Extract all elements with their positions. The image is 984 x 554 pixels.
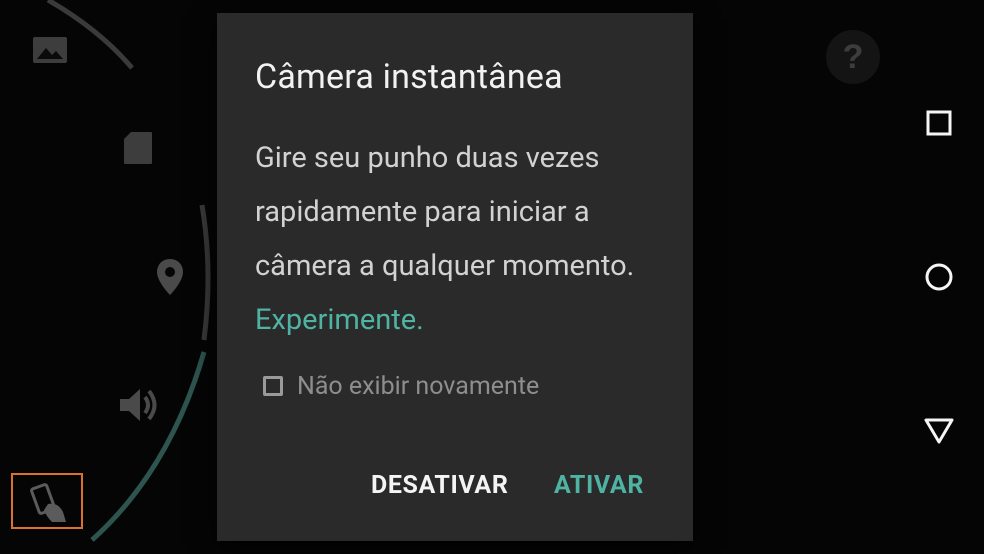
dialog-title: Câmera instantânea xyxy=(255,57,563,97)
dont-show-again-option[interactable]: Não exibir novamente xyxy=(263,369,539,403)
dialog-message: Gire seu punho duas vezes rapidamente pa… xyxy=(255,131,665,347)
dont-show-again-checkbox[interactable] xyxy=(263,376,283,396)
try-it-link[interactable]: Experimente. xyxy=(255,303,424,337)
dial-arc-mid xyxy=(199,204,211,341)
dialog-body-text: Gire seu punho duas vezes rapidamente pa… xyxy=(255,141,635,283)
deactivate-button[interactable]: DESATIVAR xyxy=(365,465,514,505)
gallery-icon[interactable] xyxy=(32,36,68,64)
gesture-highlight-frame xyxy=(11,473,83,529)
square-icon xyxy=(926,110,952,136)
activate-button[interactable]: ATIVAR xyxy=(548,465,650,505)
recents-button[interactable] xyxy=(916,100,962,146)
navigation-bar xyxy=(894,0,984,554)
volume-icon[interactable] xyxy=(118,386,158,424)
sd-card-icon[interactable] xyxy=(123,131,153,165)
dial-arc-lower xyxy=(90,351,207,542)
quick-camera-dialog: Câmera instantânea Gire seu punho duas v… xyxy=(217,13,693,541)
triangle-back-icon xyxy=(924,418,954,444)
home-button[interactable] xyxy=(916,254,962,300)
checkbox-label: Não exibir novamente xyxy=(297,371,540,401)
help-button[interactable]: ? xyxy=(826,30,880,84)
location-icon[interactable] xyxy=(156,258,184,296)
circle-icon xyxy=(925,263,953,291)
back-button[interactable] xyxy=(916,408,962,454)
